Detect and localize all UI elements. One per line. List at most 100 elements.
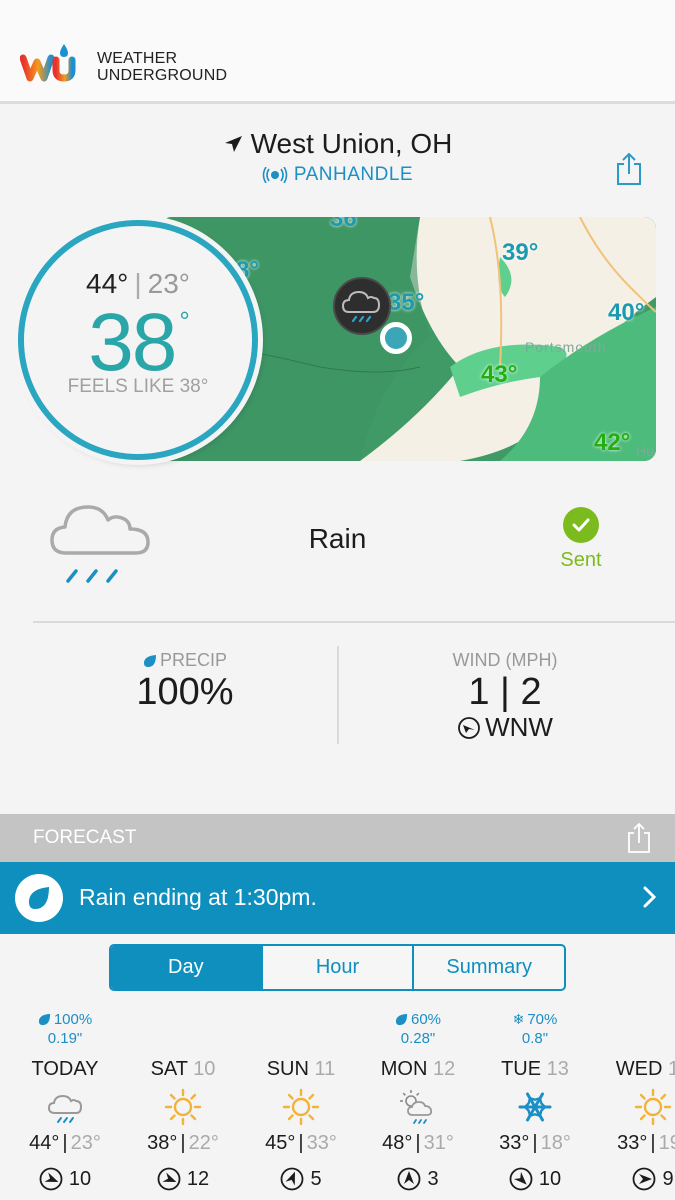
day-date: 13 <box>546 1058 569 1080</box>
notification-sent[interactable]: Sent <box>552 507 610 572</box>
day-high: 33° <box>617 1132 648 1154</box>
precip-value: 100% <box>136 671 234 713</box>
day-precip: 60% 0.28" <box>359 1010 477 1056</box>
sun-icon <box>164 1088 202 1126</box>
precip-amount: 0.19" <box>47 1030 83 1047</box>
today-low: 23° <box>147 268 190 299</box>
day-low: 18° <box>540 1132 571 1154</box>
tab-summary[interactable]: Summary <box>412 946 564 989</box>
snow-icon <box>518 1092 552 1122</box>
map-temp-label: 39° <box>502 239 539 266</box>
day-low: 22° <box>188 1132 219 1154</box>
location-row[interactable]: West Union, OH <box>0 128 675 160</box>
day-precip <box>124 1010 242 1056</box>
precip-label-text: PRECIP <box>159 650 228 670</box>
day-precip: ❄ 70% 0.8" <box>476 1010 594 1056</box>
map-city-label: Portsmouth <box>525 339 607 355</box>
map-city-label: Hu <box>636 443 654 459</box>
wind-direction-icon <box>157 1167 181 1191</box>
precip-amount: 0.8" <box>521 1030 549 1047</box>
precip-amount: 0.28" <box>400 1030 436 1047</box>
current-stats: PRECIP 100% WIND (MPH) 1 | 2 WNW <box>0 640 675 750</box>
wind-direction-icon <box>39 1167 63 1191</box>
day-precip: 100% 0.19" <box>6 1010 124 1056</box>
tab-day[interactable]: Day <box>111 946 261 989</box>
snowflake-icon: ❄ <box>512 1011 525 1027</box>
tab-hour[interactable]: Hour <box>260 946 413 989</box>
day-date: 12 <box>432 1058 456 1080</box>
day-wind: 3 <box>359 1167 477 1191</box>
precip-chance: 100% <box>53 1011 93 1028</box>
day-wind-speed: 10 <box>68 1167 92 1190</box>
daily-forecast-list: 100% 0.19" TODAY 44° | 23° 10 SAT 10 38° | 2… <box>0 1010 675 1200</box>
day-wind-speed: 5 <box>310 1167 322 1190</box>
day-wind-speed: 3 <box>427 1167 439 1190</box>
check-icon <box>563 507 599 543</box>
day-wind: 9 <box>594 1167 675 1191</box>
station-name: PANHANDLE <box>293 164 414 185</box>
sent-label: Sent <box>560 549 602 571</box>
map-temp-label: 35° <box>388 289 425 316</box>
raindrop-icon <box>15 874 63 922</box>
current-location-dot <box>380 322 412 354</box>
day-label: MON <box>380 1058 428 1080</box>
forecast-header: FORECAST <box>0 814 675 862</box>
day-low: 23° <box>70 1132 101 1154</box>
forecast-title: FORECAST <box>33 827 137 848</box>
wu-logo[interactable] <box>20 42 78 84</box>
stats-divider <box>337 646 339 744</box>
forecast-day[interactable]: 60% 0.28" MON 12 48° | 31° 3 <box>359 1010 477 1191</box>
sun-icon <box>282 1088 320 1126</box>
share-icon[interactable] <box>616 152 642 186</box>
day-low: 19° <box>658 1132 675 1154</box>
wind-stat: WIND (MPH) 1 | 2 WNW <box>400 650 610 743</box>
map-temp-label: 40° <box>608 299 645 326</box>
alert-text: Rain ending at 1:30pm. <box>79 884 317 910</box>
precip-chance: 60% <box>410 1011 442 1028</box>
rain-icon <box>47 1094 83 1123</box>
wind-direction-icon <box>398 1167 421 1191</box>
day-wind-speed: 12 <box>186 1167 210 1190</box>
day-temps: 33°|19° <box>594 1132 675 1155</box>
map-temp-label: 36 <box>330 217 357 232</box>
wind-direction-text: WNW <box>485 712 553 742</box>
day-low: 33° <box>306 1132 337 1154</box>
day-label: SUN <box>266 1058 309 1080</box>
precip-label: PRECIP <box>100 650 270 671</box>
wind-direction-icon <box>509 1167 533 1191</box>
location-name[interactable]: West Union, OH <box>251 128 453 160</box>
condition-row: Rain Sent <box>0 495 675 595</box>
app-header: WEATHER UNDERGROUND <box>0 0 675 104</box>
raindrop-icon <box>395 1013 408 1026</box>
day-high: 45° <box>265 1132 296 1154</box>
map-condition-marker[interactable] <box>333 277 391 335</box>
forecast-day[interactable]: ❄ 70% 0.8" TUE 13 33° | 18° 10 <box>476 1010 594 1191</box>
day-name: TODAY <box>6 1056 124 1082</box>
day-low: 31° <box>423 1132 454 1154</box>
precip-alert-banner[interactable]: Rain ending at 1:30pm. <box>0 862 675 934</box>
raindrop-icon <box>38 1013 50 1026</box>
current-temp-value: 38 <box>88 297 177 388</box>
map-temp-label: 43° <box>481 361 518 388</box>
feels-like: FEELS LIKE 38° <box>67 376 209 397</box>
wind-direction-icon <box>281 1167 304 1191</box>
day-date: 11 <box>314 1058 336 1080</box>
forecast-day[interactable]: SUN 11 45° | 33° 5 <box>242 1010 360 1191</box>
precip-stat: PRECIP 100% <box>100 650 270 714</box>
forecast-day[interactable]: SAT 10 38° | 22° 12 <box>124 1010 242 1191</box>
day-temps: 33° | 18° <box>499 1132 571 1154</box>
station-selector[interactable]: PANHANDLE <box>0 164 675 186</box>
day-wind-speed: 10 <box>538 1167 562 1190</box>
day-wind: 5 <box>242 1167 360 1191</box>
degree-symbol: ° <box>179 306 190 336</box>
day-high: 44° <box>29 1132 60 1154</box>
day-wind: 12 <box>124 1167 242 1191</box>
broadcast-icon <box>262 167 288 183</box>
day-label: TODAY <box>31 1058 99 1080</box>
forecast-day[interactable]: WED 14 33°|19° 9 <box>594 1010 675 1191</box>
share-icon[interactable] <box>627 822 651 854</box>
rain-icon <box>341 290 381 323</box>
day-name: SUN 11 <box>242 1056 360 1082</box>
forecast-day[interactable]: 100% 0.19" TODAY 44° | 23° 10 <box>6 1010 124 1191</box>
day-wind: 10 <box>476 1167 594 1191</box>
